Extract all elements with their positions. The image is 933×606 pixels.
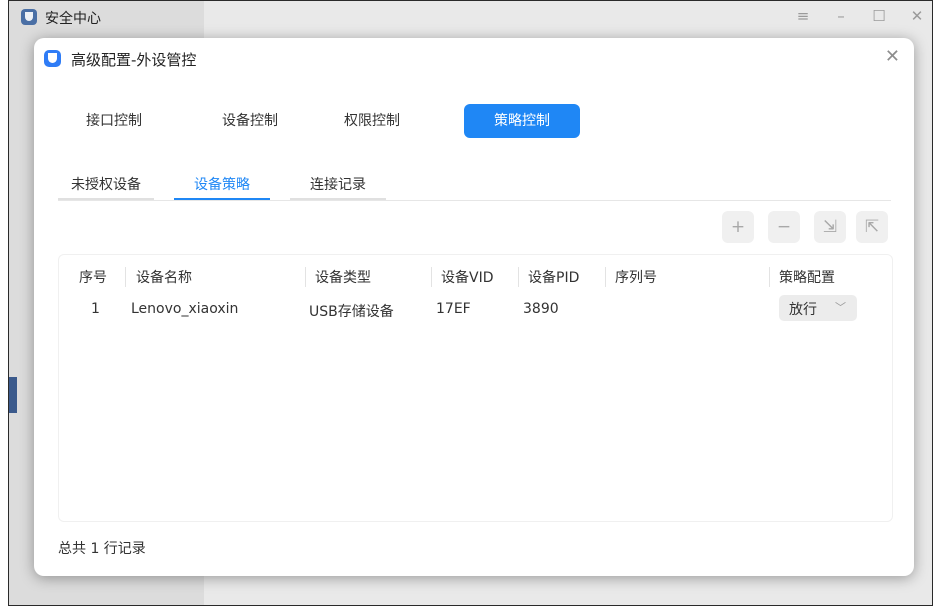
column-header-policy: 策略配置 — [779, 270, 835, 286]
subtab-label: 连接记录 — [310, 177, 366, 193]
column-separator — [518, 267, 519, 287]
import-button[interactable]: ⇲ — [814, 211, 846, 243]
column-header-name: 设备名称 — [136, 270, 192, 286]
subtab-underline — [174, 198, 270, 200]
column-header-pid: 设备PID — [528, 270, 580, 286]
menu-icon[interactable]: ≡ — [794, 7, 812, 25]
peripheral-control-dialog: 高级配置-外设管控 ✕ 接口控制 设备控制 权限控制 策略控制 未授权设备 设备… — [34, 38, 914, 576]
cell-device-name: Lenovo_xiaoxin — [131, 301, 239, 317]
column-header-vid: 设备VID — [441, 270, 494, 286]
app-titlebar: 安全中心 ≡ – ☐ ✕ — [9, 1, 932, 33]
export-button[interactable]: ⇱ — [856, 211, 888, 243]
app-title: 安全中心 — [45, 11, 101, 27]
subtab-underline — [58, 198, 154, 200]
close-icon[interactable]: ✕ — [885, 46, 900, 67]
column-separator — [769, 267, 770, 287]
remove-button[interactable]: − — [768, 211, 800, 243]
shield-icon — [44, 50, 61, 67]
maximize-icon[interactable]: ☐ — [870, 7, 888, 25]
chevron-down-icon: ﹀ — [835, 301, 846, 314]
sub-tabs: 未授权设备 设备策略 连接记录 — [58, 174, 891, 201]
cell-device-type: USB存储设备 — [309, 304, 394, 320]
subtab-device-policy[interactable]: 设备策略 — [174, 174, 270, 200]
tab-interface-control[interactable]: 接口控制 — [74, 104, 154, 138]
column-header-index: 序号 — [79, 270, 107, 286]
policy-value: 放行 — [789, 302, 817, 318]
column-separator — [605, 267, 606, 287]
subtab-underline — [290, 198, 386, 200]
column-separator — [431, 267, 432, 287]
cell-vid: 17EF — [436, 301, 471, 317]
top-tabs: 接口控制 设备控制 权限控制 策略控制 — [34, 104, 914, 138]
column-header-serial: 序列号 — [615, 270, 657, 286]
dialog-title: 高级配置-外设管控 — [71, 51, 197, 69]
device-policy-table: 序号 设备名称 设备类型 设备VID 设备PID 序列号 策略配置 1 Leno… — [58, 254, 893, 522]
column-header-type: 设备类型 — [315, 270, 371, 286]
tab-device-control[interactable]: 设备控制 — [210, 104, 290, 138]
tab-permission-control[interactable]: 权限控制 — [332, 104, 412, 138]
policy-select[interactable]: 放行 ﹀ — [779, 295, 857, 321]
column-separator — [305, 267, 306, 287]
sidebar-selected-indicator — [9, 377, 17, 413]
subtab-unauthorized-devices[interactable]: 未授权设备 — [58, 174, 154, 200]
cell-pid: 3890 — [523, 301, 559, 317]
record-count: 总共 1 行记录 — [58, 541, 146, 557]
cell-index: 1 — [91, 301, 100, 317]
subtab-label: 未授权设备 — [71, 177, 141, 193]
add-button[interactable]: + — [722, 211, 754, 243]
tab-policy-control[interactable]: 策略控制 — [464, 104, 580, 138]
subtab-label: 设备策略 — [194, 177, 250, 193]
minimize-icon[interactable]: – — [832, 7, 850, 25]
close-window-icon[interactable]: ✕ — [908, 7, 926, 25]
subtab-connection-log[interactable]: 连接记录 — [290, 174, 386, 200]
shield-icon — [21, 9, 37, 25]
window-controls: ≡ – ☐ ✕ — [794, 7, 926, 25]
column-separator — [125, 267, 126, 287]
